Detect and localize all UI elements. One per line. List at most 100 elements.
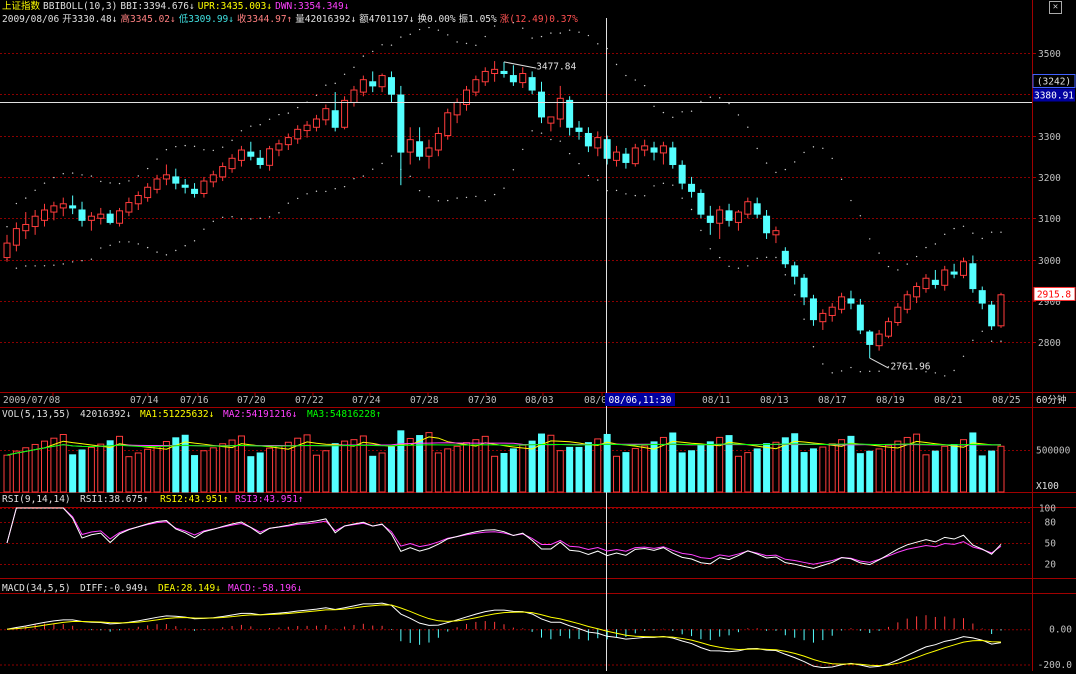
chart-stage[interactable]: 280029003000310032003300340035003477.842… — [0, 0, 1076, 671]
amount-value: 额4701197↓ — [359, 14, 415, 25]
candle-body — [950, 271, 958, 275]
lower-band-dot — [15, 267, 18, 269]
dwn-value: DWN:3354.349↓ — [275, 1, 350, 12]
candle-body — [969, 263, 977, 290]
volume-value: 量42016392↓ — [295, 14, 357, 25]
candle-body — [78, 209, 86, 221]
candle-body — [547, 116, 555, 124]
volume-bar — [500, 453, 508, 493]
price-tick-label: 3300 — [1038, 132, 1061, 143]
upper-band-dot — [915, 255, 918, 258]
candle-body — [922, 277, 930, 290]
upper-band-dot — [550, 32, 552, 34]
volume-bar — [78, 449, 86, 493]
lower-band-dot — [859, 371, 862, 373]
turnover-value: 换0.00% — [417, 14, 456, 25]
lower-band-dot — [1000, 340, 1002, 342]
volume-bar — [556, 450, 564, 493]
volume-bar — [181, 434, 189, 493]
open-value: 开3330.48↓ — [62, 14, 118, 25]
upper-band-dot — [869, 238, 871, 240]
volume-bar — [631, 448, 639, 493]
candle-body — [584, 132, 592, 147]
upper-band-dot — [944, 233, 946, 236]
candle-body — [556, 97, 564, 120]
lower-band-dot — [944, 375, 946, 377]
lower-band-dot — [522, 148, 524, 151]
vol-title: VOL(5,13,55) — [2, 409, 71, 420]
lower-band-dot — [315, 190, 318, 192]
upper-band-dot — [343, 73, 346, 75]
volume-bar — [613, 455, 621, 493]
lower-band-dot — [634, 194, 636, 197]
candle-body — [256, 157, 264, 166]
candle-body — [22, 223, 30, 232]
candle-body — [59, 203, 67, 209]
quote-date: 2009/08/06 — [2, 14, 60, 25]
candle-body — [453, 101, 461, 116]
upper-band-dot — [728, 102, 730, 105]
x-tick-label: 08/13 — [760, 395, 789, 406]
amplitude-value: 振1.05% — [458, 14, 497, 25]
candle-body — [697, 192, 705, 215]
lower-band-dot — [184, 245, 186, 247]
lower-band-dot — [212, 220, 215, 223]
candle-body — [69, 205, 77, 209]
upr-value: UPR:3435.003↓ — [197, 1, 273, 12]
x-tick-label: 07/20 — [237, 395, 266, 406]
x-tick-label: 07/24 — [352, 395, 381, 406]
close-icon[interactable]: ✕ — [1049, 1, 1062, 14]
volume-bar — [209, 447, 217, 493]
upper-band-dot — [296, 106, 299, 109]
macd-dea-line — [6, 604, 1002, 667]
candle-body — [894, 306, 902, 324]
lower-band-dot — [268, 216, 271, 218]
lower-band-dot — [240, 218, 243, 220]
x-tick-label: 07/16 — [180, 395, 209, 406]
upper-band-dot — [381, 44, 383, 46]
lower-band-dot — [390, 155, 393, 157]
volume-bar — [191, 455, 199, 493]
upper-band-dot — [6, 226, 8, 228]
candle-body — [997, 294, 1005, 327]
candle-body — [228, 157, 236, 170]
rsi1-line — [6, 507, 1002, 569]
upper-band-dot — [315, 94, 318, 97]
candle-body — [538, 91, 546, 118]
upper-band-dot — [568, 29, 571, 31]
candle-body — [744, 201, 752, 215]
candle-body — [434, 132, 442, 151]
lower-band-dot — [690, 208, 693, 211]
volume-bar — [341, 440, 349, 493]
candle-body — [678, 164, 686, 184]
upper-band-dot — [662, 111, 665, 114]
candle-body — [913, 286, 921, 298]
lower-band-dot — [653, 185, 655, 187]
low-value: 低3309.99↓ — [178, 14, 234, 25]
volume-bar — [950, 443, 958, 493]
lower-band-dot — [409, 175, 411, 178]
upper-band-dot — [934, 243, 937, 245]
crosshair-price: 3380.91 — [1034, 91, 1074, 102]
candle-body — [3, 242, 11, 259]
volume-bar — [641, 445, 649, 493]
lower-band-dot — [840, 370, 843, 372]
price-tick-label: 3100 — [1038, 214, 1061, 225]
candle-body — [144, 186, 152, 199]
volume-bar — [763, 443, 771, 493]
volume-bar — [828, 443, 836, 493]
chart-canvas[interactable]: 280029003000310032003300340035003477.842… — [0, 0, 1076, 671]
candle-body — [641, 145, 649, 151]
volume-bar — [697, 445, 705, 493]
upper-band-dot — [634, 79, 636, 81]
volume-bar — [303, 434, 311, 493]
volume-bar — [519, 444, 527, 493]
candle-body — [359, 79, 367, 93]
candle-body — [791, 265, 799, 277]
lower-band-dot — [953, 369, 955, 372]
lower-band-dot — [615, 189, 618, 192]
lower-band-dot — [128, 241, 130, 243]
candle-body — [931, 279, 939, 285]
indicator-name: BBIBOLL(10,3) — [43, 1, 118, 12]
candle-body — [247, 151, 255, 157]
